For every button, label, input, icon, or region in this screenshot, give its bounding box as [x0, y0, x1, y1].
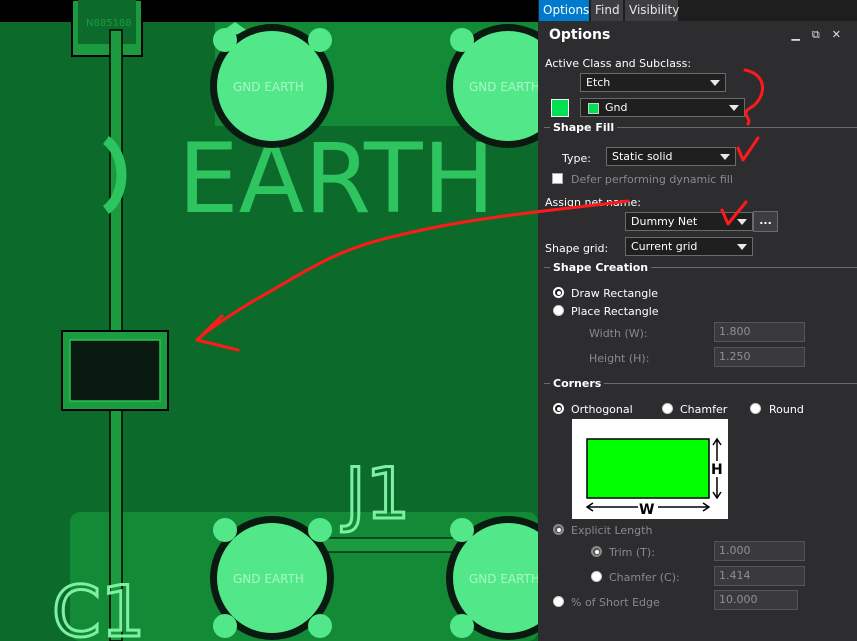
pad-label: GND EARTH [469, 80, 538, 94]
explicit-length-radio[interactable] [553, 524, 564, 535]
short-edge-input[interactable]: 10.000 [714, 590, 798, 610]
diagram-w-label: W [639, 502, 654, 518]
close-icon[interactable]: ✕ [832, 28, 853, 41]
explicit-length-label: Explicit Length [571, 524, 653, 537]
silk-j1: J1 [341, 453, 410, 535]
short-edge-radio[interactable] [553, 596, 564, 607]
width-label: Width (W): [589, 327, 648, 340]
pad-label: GND EARTH [233, 572, 304, 586]
silk-c1: C1 [52, 571, 145, 641]
chevron-down-icon [729, 105, 739, 111]
chamfer-label: Chamfer [680, 403, 728, 416]
chamfer-c-label: Chamfer (C): [609, 571, 680, 584]
net-name-value: Dummy Net [631, 215, 698, 228]
chevron-down-icon [737, 244, 747, 250]
shape-grid-dropdown[interactable]: Current grid [625, 237, 753, 256]
active-class-label: Active Class and Subclass: [545, 57, 692, 70]
tab-visibility[interactable]: Visibility [625, 0, 679, 21]
shape-fill-title: Shape Fill [550, 121, 618, 134]
chevron-down-icon [720, 154, 730, 160]
options-panel: Options Find Visibility Options ▁⧉✕ Acti… [538, 0, 857, 641]
draw-rectangle-label: Draw Rectangle [571, 287, 659, 300]
component-label: N885188 [86, 18, 132, 29]
panel-tabs: Options Find Visibility [538, 0, 857, 21]
pcb-canvas[interactable]: N885188 EARTH J1 C1 GND EARTH GND EARTH … [0, 0, 538, 641]
pad-gnd-1[interactable]: GND EARTH [210, 22, 334, 148]
pad-label: GND EARTH [233, 80, 304, 94]
orthogonal-radio[interactable] [553, 403, 564, 414]
defer-fill-label: Defer performing dynamic fill [571, 173, 733, 186]
subclass-color-swatch[interactable] [551, 99, 569, 117]
chamfer-radio[interactable] [662, 403, 673, 414]
panel-window-controls: ▁⧉✕ [791, 28, 853, 42]
shape-grid-label: Shape grid: [545, 242, 609, 255]
defer-fill-checkbox[interactable] [552, 173, 563, 184]
diagram-h-label: H [711, 462, 723, 478]
panel-title-bar: Options ▁⧉✕ [538, 22, 857, 48]
fill-type-label: Type: [562, 152, 591, 165]
corners-title: Corners [550, 377, 605, 390]
fill-type-dropdown[interactable]: Static solid [606, 147, 736, 166]
round-label: Round [769, 403, 804, 416]
pad-gnd-4[interactable]: GND EARTH [446, 516, 538, 640]
pad-gnd-3[interactable]: GND EARTH [210, 516, 334, 640]
subclass-dropdown[interactable]: Gnd [580, 98, 745, 117]
short-edge-label: % of Short Edge [571, 596, 660, 609]
pad-label: GND EARTH [469, 572, 538, 586]
chamfer-c-radio[interactable] [591, 571, 602, 582]
tab-find[interactable]: Find [591, 0, 623, 21]
chamfer-c-input[interactable]: 1.414 [714, 566, 805, 586]
shape-creation-title: Shape Creation [550, 261, 652, 274]
fill-type-value: Static solid [612, 150, 673, 163]
float-icon[interactable]: ⧉ [812, 28, 832, 41]
minimize-icon[interactable]: ▁ [791, 28, 811, 41]
shape-grid-value: Current grid [631, 240, 698, 253]
draw-rectangle-radio[interactable] [553, 287, 564, 298]
place-rectangle-radio[interactable] [553, 305, 564, 316]
chevron-down-icon [710, 80, 720, 86]
trim-radio[interactable] [591, 546, 602, 557]
height-label: Height (H): [589, 352, 650, 365]
silk-earth: EARTH [178, 123, 495, 235]
assign-net-label: Assign net name: [545, 196, 641, 209]
trim-input[interactable]: 1.000 [714, 541, 805, 561]
orthogonal-label: Orthogonal [571, 403, 633, 416]
tab-options[interactable]: Options [539, 0, 589, 21]
round-radio[interactable] [750, 403, 761, 414]
chevron-down-icon [737, 219, 747, 225]
class-dropdown[interactable]: Etch [580, 73, 726, 92]
height-input[interactable]: 1.250 [714, 347, 805, 367]
trim-label: Trim (T): [609, 546, 655, 559]
panel-title: Options [549, 27, 611, 43]
subclass-value: Gnd [605, 101, 628, 114]
net-name-dropdown[interactable]: Dummy Net [625, 212, 753, 231]
class-value: Etch [586, 76, 611, 89]
net-browse-button[interactable]: ... [753, 211, 778, 232]
place-rectangle-label: Place Rectangle [571, 305, 659, 318]
width-input[interactable]: 1.800 [714, 322, 805, 342]
corner-diagram: H W [572, 419, 728, 519]
subclass-color-icon [588, 103, 599, 114]
